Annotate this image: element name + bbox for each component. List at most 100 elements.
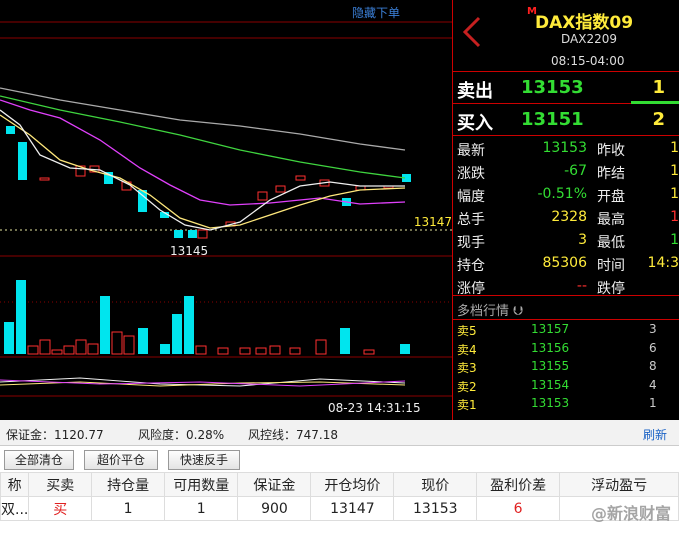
table-row[interactable]: 双... 买 1 1 900 13147 13153 6 <box>0 496 679 521</box>
volume-bar <box>289 347 301 355</box>
depth-row[interactable]: 卖3 13155 8 <box>453 357 679 376</box>
close-over-price-button[interactable]: 超价平仓 <box>84 450 158 470</box>
quote-value: 13153 <box>542 140 587 156</box>
column-header[interactable]: 买卖 <box>28 472 93 497</box>
depth-list: 卖5 13157 3 卖4 13156 6 卖3 13155 8 卖2 13154 4 卖1 13153 1 <box>453 320 679 413</box>
symbol-name: DAX指数09 <box>535 13 634 33</box>
quote-value: 2328 <box>551 209 587 225</box>
quote-label: 幅度 <box>457 189 485 205</box>
column-header[interactable]: 可用数量 <box>164 472 239 497</box>
buy-label: 买入 <box>457 113 493 134</box>
table-cell: 6 <box>476 496 561 521</box>
clear-all-button[interactable]: 全部清仓 <box>4 450 74 470</box>
depth-title[interactable]: 多档行情 ⮋ <box>457 300 523 319</box>
quote-header: M DAX指数09 DAX2209 08:15-04:00 <box>453 0 679 72</box>
kline-chart-svg <box>0 21 452 397</box>
quote-value: 1 <box>670 163 679 179</box>
depth-header[interactable]: 多档行情 ⮋ <box>453 296 679 320</box>
back-arrow-icon[interactable] <box>459 14 485 50</box>
table-header-row: 称买卖 持仓量 可用数量 保证金 开仓均价 现价 盈利价差 浮动盈亏 <box>0 472 679 497</box>
quote-value: -- <box>576 278 587 294</box>
buy-volume: 2 <box>652 109 665 130</box>
volume-bar <box>75 339 87 355</box>
risk-control-text: 风控线：747.18 <box>248 428 338 442</box>
buy-row[interactable]: 买入 13151 2 <box>453 104 679 136</box>
main-contract-badge: M <box>527 6 537 17</box>
watermark: @新浪财富 <box>590 504 671 523</box>
depth-row[interactable]: 卖1 13153 1 <box>453 394 679 413</box>
candle <box>6 126 15 134</box>
depth-volume: 6 <box>649 340 657 355</box>
symbol-code: DAX2209 <box>561 32 617 46</box>
positions-table: 称买卖 持仓量 可用数量 保证金 开仓均价 现价 盈利价差 浮动盈亏 双... 买 1 1 900 13… <box>0 472 679 521</box>
price-marker-label: 13147 <box>413 215 452 229</box>
column-header[interactable]: 开仓均价 <box>310 472 395 497</box>
sell-price: 13153 <box>521 77 584 98</box>
quote-value: -0.51% <box>537 186 587 202</box>
quote-label: 跌停 <box>597 281 625 297</box>
table-cell: 13153 <box>393 496 478 521</box>
table-cell: 双... <box>0 496 30 521</box>
column-header[interactable]: 浮动盈亏 <box>559 472 679 497</box>
depth-row[interactable]: 卖2 13154 4 <box>453 376 679 395</box>
depth-price: 13154 <box>531 377 570 392</box>
symbol-title: M DAX指数09 <box>527 6 634 33</box>
depth-label: 卖5 <box>457 324 477 338</box>
candle <box>39 177 50 181</box>
refresh-link[interactable]: 刷新 <box>643 426 667 443</box>
quote-label: 总手 <box>457 212 485 228</box>
candle <box>174 230 183 238</box>
depth-volume: 4 <box>649 377 657 392</box>
candle <box>275 185 286 193</box>
low-marker-label: 13145 <box>170 244 209 258</box>
buy-price: 13151 <box>521 109 584 130</box>
volume-bar <box>100 296 110 354</box>
quote-label: 涨停 <box>457 281 485 297</box>
table-cell: 900 <box>237 496 312 521</box>
column-header[interactable]: 盈利价差 <box>476 472 561 497</box>
column-header[interactable]: 称 <box>0 472 30 497</box>
volume-bar <box>269 345 281 355</box>
account-bar: 保证金：1120.77 风险度：0.28% 风控线：747.18 刷新 <box>0 420 679 446</box>
volume-bar <box>63 345 75 355</box>
depth-row[interactable]: 卖4 13156 6 <box>453 339 679 358</box>
depth-price: 13156 <box>531 340 570 355</box>
quote-value: 1 <box>670 186 679 202</box>
table-cell: 13147 <box>310 496 395 521</box>
volume-bar <box>51 349 63 355</box>
volume-bar <box>111 331 123 355</box>
quick-reverse-button[interactable]: 快速反手 <box>168 450 240 470</box>
candle <box>188 230 197 238</box>
candle <box>295 175 306 181</box>
depth-row[interactable]: 卖5 13157 3 <box>453 320 679 339</box>
volume-bar <box>195 345 207 355</box>
quote-value: 3 <box>578 232 587 248</box>
volume-bar <box>138 328 148 354</box>
column-header[interactable]: 持仓量 <box>91 472 166 497</box>
volume-bar <box>255 347 267 355</box>
quote-value: 85306 <box>542 255 587 271</box>
sell-row[interactable]: 卖出 13153 1 <box>453 72 679 104</box>
volume-bar <box>400 344 410 354</box>
volume-bar <box>39 339 51 355</box>
depth-price: 13155 <box>531 359 570 374</box>
volume-bar <box>16 280 26 354</box>
volume-bar <box>363 349 375 355</box>
depth-volume: 3 <box>649 322 657 336</box>
kline-chart[interactable]: 隐藏下单 13147 13145 08-23 14:31:15 <box>0 0 452 420</box>
table-cell: 1 <box>164 496 239 521</box>
volume-bar <box>340 328 350 354</box>
double-chevron-down-icon: ⮋ <box>513 304 524 319</box>
hide-order-link[interactable]: 隐藏下单 <box>352 4 400 21</box>
column-header[interactable]: 保证金 <box>237 472 312 497</box>
volume-bar <box>87 343 99 355</box>
margin-text: 保证金：1120.77 <box>6 428 104 442</box>
candle <box>257 191 268 201</box>
volume-bar <box>172 314 182 354</box>
depth-title-text: 多档行情 <box>457 304 510 319</box>
candle <box>197 229 208 239</box>
column-header[interactable]: 现价 <box>393 472 478 497</box>
quote-value: -67 <box>564 163 587 179</box>
volume-bar <box>4 322 14 354</box>
volume-bar <box>123 335 135 355</box>
